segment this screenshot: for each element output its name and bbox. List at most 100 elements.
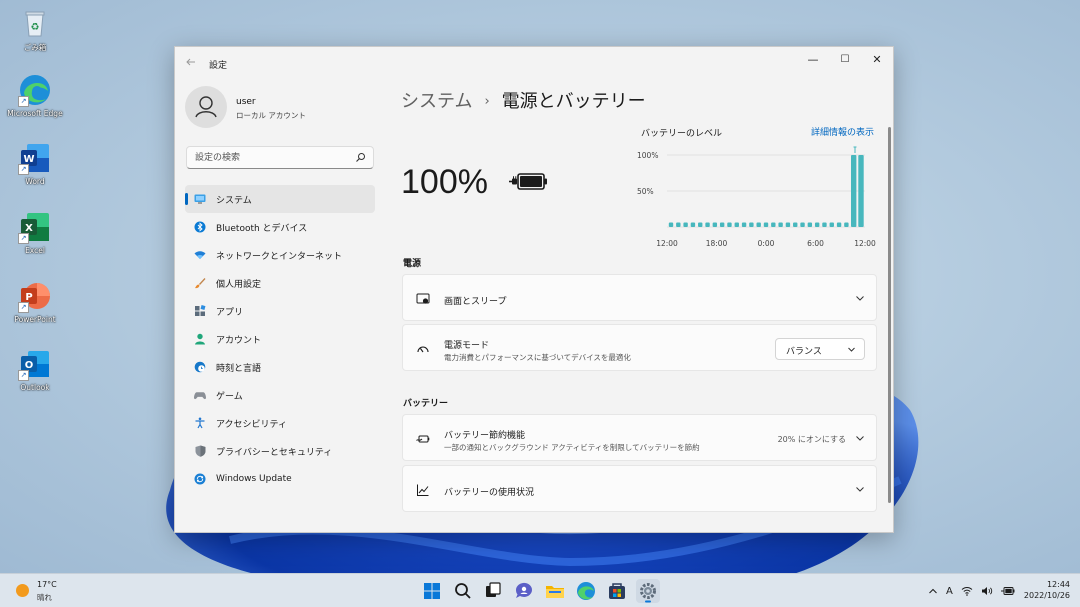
clock[interactable]: 12:44 2022/10/26: [1018, 579, 1070, 601]
start-button[interactable]: [420, 579, 444, 603]
person-icon: [194, 333, 206, 345]
maximize-button[interactable]: ☐: [829, 49, 861, 71]
desktop-icon-powerpoint[interactable]: P ↗ PowerPoint: [4, 279, 66, 324]
sidebar-item-gaming[interactable]: ゲーム: [185, 381, 375, 409]
chevron-down-icon[interactable]: [854, 432, 866, 444]
settings-window: 設定 — ☐ ✕ user ローカル アカウント システム Bluetooth …: [174, 46, 894, 533]
search-icon[interactable]: [451, 579, 475, 603]
desktop-icon-recycle-bin[interactable]: ♻ ごみ箱: [4, 6, 66, 53]
chart-x-tick-label: 18:00: [706, 239, 728, 248]
weather-condition[interactable]: 晴れ: [37, 592, 52, 603]
settings-gear-icon[interactable]: [636, 579, 660, 603]
chat-icon[interactable]: [512, 579, 536, 603]
battery-usage-title: バッテリーの使用状況: [444, 488, 535, 498]
chart-bar: [829, 222, 834, 227]
battery-charging-icon[interactable]: [1000, 586, 1015, 596]
chart-bar: [734, 222, 739, 227]
desktop-icon-edge[interactable]: ↗ Microsoft Edge: [4, 73, 66, 118]
sidebar-item-privacy[interactable]: プライバシーとセキュリティ: [185, 437, 375, 465]
back-arrow-icon[interactable]: [185, 56, 197, 68]
breadcrumb-parent[interactable]: システム: [401, 91, 472, 112]
task-view-icon[interactable]: [481, 579, 505, 603]
chart-bar: [756, 222, 761, 227]
chart-bar: [676, 222, 681, 227]
sidebar-item-accounts[interactable]: アカウント: [185, 325, 375, 353]
desktop-icon-word[interactable]: W ↗ Word: [4, 141, 66, 186]
sun-icon[interactable]: [16, 584, 29, 597]
scrollbar[interactable]: [888, 127, 891, 503]
chart-x-tick-label: 6:00: [807, 239, 824, 248]
chart-bar: [683, 222, 688, 227]
chevron-down-icon[interactable]: [854, 483, 866, 495]
section-battery-title: バッテリー: [403, 399, 449, 409]
chart-bar: [822, 222, 827, 227]
search-box[interactable]: [186, 146, 374, 169]
bluetooth-icon: [194, 221, 206, 233]
battery-saver-card[interactable]: バッテリー節約機能 一部の通知とバックグラウンド アクティビティを制限してバッテ…: [402, 414, 877, 461]
screen-sleep-title: 画面とスリープ: [444, 297, 507, 307]
sidebar-item-bluetooth[interactable]: Bluetooth とデバイス: [185, 213, 375, 241]
power-mode-subtitle: 電力消費とパフォーマンスに基づいてデバイスを最適化: [444, 353, 631, 362]
gamepad-icon: [194, 389, 206, 401]
chart-bar: [850, 155, 857, 227]
power-mode-title: 電源モード: [444, 341, 490, 351]
close-button[interactable]: ✕: [861, 49, 893, 71]
chart-bar: [749, 222, 754, 227]
sidebar-item-time-language[interactable]: 時刻と言語: [185, 353, 375, 381]
screen-sleep-icon: [416, 293, 430, 304]
wifi-icon: [194, 249, 206, 261]
monitor-icon: [194, 193, 206, 205]
edge-icon: ↗: [18, 73, 52, 107]
sidebar-nav: システム Bluetooth とデバイス ネットワークとインターネット 個人用設…: [185, 185, 375, 493]
chart-x-tick-label: 0:00: [758, 239, 775, 248]
minimize-button[interactable]: —: [797, 49, 829, 71]
chart-bar: [785, 222, 791, 227]
edge-icon[interactable]: [574, 579, 598, 603]
chevron-up-icon[interactable]: [928, 586, 938, 596]
chart-bar: [712, 222, 718, 227]
battery-percentage: 100%: [401, 163, 488, 201]
shield-icon: [194, 445, 206, 457]
chevron-down-icon[interactable]: [854, 292, 866, 304]
desktop-icon-outlook[interactable]: O ↗ Outlook: [4, 347, 66, 392]
chart-bar: [836, 222, 842, 227]
sidebar-item-accessibility[interactable]: アクセシビリティ: [185, 409, 375, 437]
details-link[interactable]: 詳細情報の表示: [811, 125, 874, 138]
power-mode-select[interactable]: バランス: [775, 338, 865, 360]
chart-bar: [763, 222, 769, 227]
taskbar: 17°C 晴れ A 12:44 2022/10/26: [0, 573, 1080, 607]
store-icon[interactable]: [605, 579, 629, 603]
chart-x-tick-label: 12:00: [656, 239, 678, 248]
wifi-icon[interactable]: [961, 586, 973, 596]
chart-bar: [741, 222, 747, 227]
chart-bar: [858, 155, 864, 227]
sidebar-item-personalization[interactable]: 個人用設定: [185, 269, 375, 297]
chart-y-tick-label: 50%: [637, 187, 654, 196]
clock-date: 2022/10/26: [1023, 591, 1070, 600]
sidebar-item-network[interactable]: ネットワークとインターネット: [185, 241, 375, 269]
chart-bar: [793, 222, 798, 227]
chart-bar: [698, 222, 703, 227]
line-chart-icon: [417, 484, 429, 496]
file-explorer-icon[interactable]: [543, 579, 567, 603]
desktop-icon-excel[interactable]: X ↗ Excel: [4, 210, 66, 255]
sidebar-item-apps[interactable]: アプリ: [185, 297, 375, 325]
weather-temperature[interactable]: 17°C: [37, 580, 57, 589]
powerpoint-icon: P ↗: [18, 279, 52, 313]
avatar[interactable]: [185, 86, 227, 128]
sidebar-item-system[interactable]: システム: [185, 185, 375, 213]
search-input[interactable]: [187, 147, 347, 168]
charging-marker-icon: [853, 146, 857, 153]
battery-saver-icon: [416, 435, 430, 443]
volume-icon[interactable]: [981, 586, 993, 596]
sidebar-item-windows-update[interactable]: Windows Update: [185, 465, 375, 493]
search-icon[interactable]: [355, 152, 366, 163]
title-bar[interactable]: 設定 — ☐ ✕: [175, 47, 893, 79]
apps-icon: [194, 305, 206, 317]
word-icon: W ↗: [18, 141, 52, 175]
screen-sleep-card[interactable]: 画面とスリープ: [402, 274, 877, 321]
chart-bar: [800, 222, 805, 227]
battery-usage-card[interactable]: バッテリーの使用状況: [402, 465, 877, 512]
ime-indicator[interactable]: A: [946, 586, 953, 597]
breadcrumb-separator: ›: [484, 94, 490, 109]
